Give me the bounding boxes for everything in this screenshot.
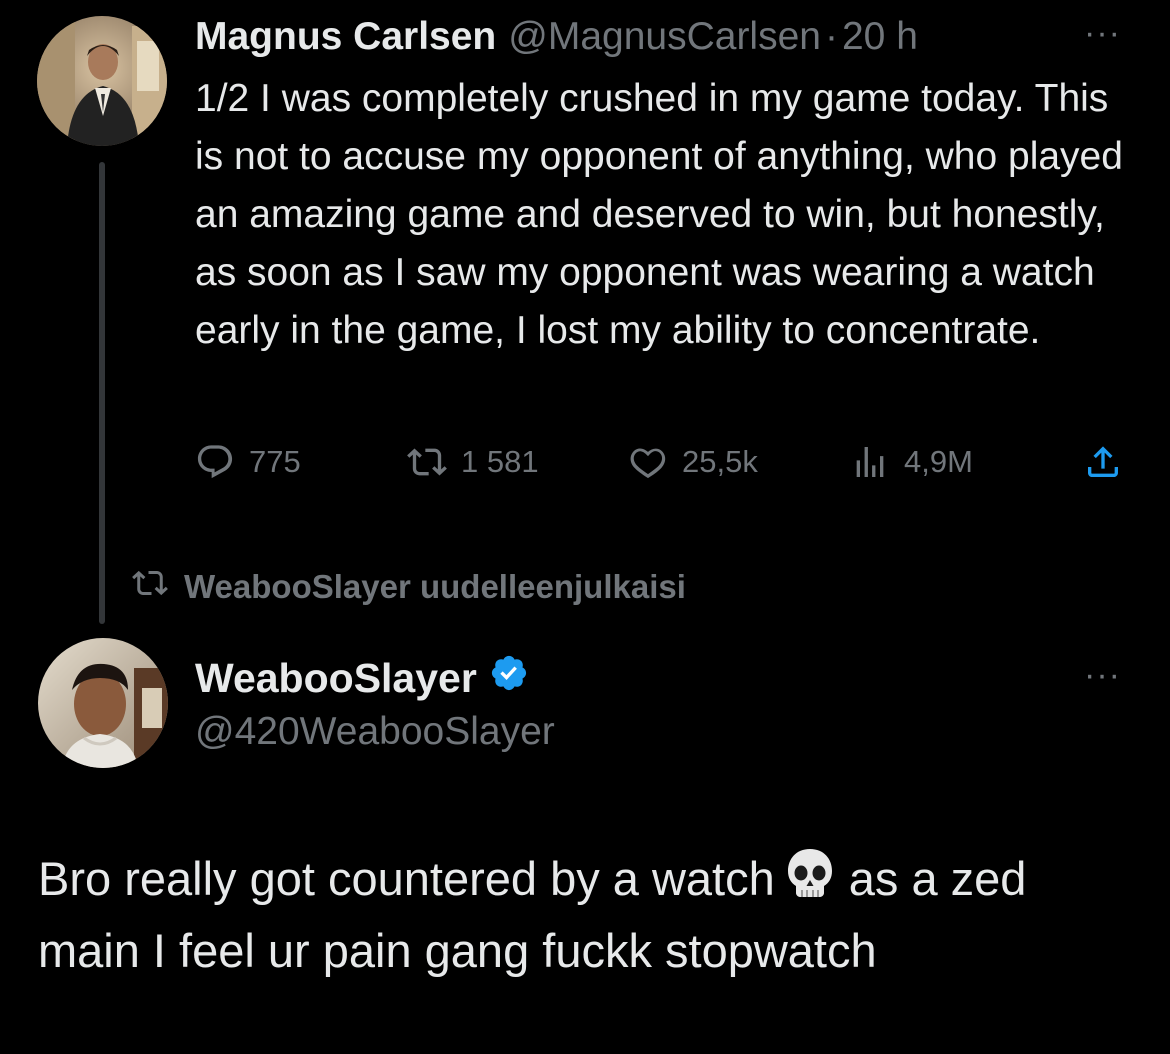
reply-author-handle[interactable]: @420WeabooSlayer [195, 706, 555, 758]
retweet-count: 1 581 [461, 444, 539, 479]
retweet-button[interactable]: 1 581 [407, 437, 539, 487]
more-options-button[interactable]: ··· [1084, 658, 1121, 692]
thread-line [99, 162, 105, 624]
retweet-icon [132, 565, 184, 609]
reply-button[interactable]: 775 [195, 437, 301, 487]
more-options-button[interactable]: ··· [1084, 16, 1121, 50]
author-name[interactable]: Magnus Carlsen [195, 15, 496, 59]
like-button[interactable]: 25,5k [628, 437, 758, 487]
verified-badge-icon[interactable] [489, 653, 529, 703]
weabooslayer-avatar[interactable] [38, 638, 168, 768]
share-icon [1083, 442, 1123, 482]
timestamp[interactable]: 20 h [842, 15, 918, 59]
more-icon: ··· [1084, 14, 1121, 52]
reply-icon [195, 442, 235, 482]
reply-tweet-text: Bro really got countered by a watch as a… [38, 846, 1138, 984]
views-icon [850, 442, 890, 482]
like-icon [628, 442, 668, 482]
views-count: 4,9M [904, 444, 973, 479]
separator-dot: · [824, 15, 838, 58]
retweet-indicator[interactable]: WeabooSlayer uudelleenjulkaisi [132, 562, 686, 612]
views-button[interactable]: 4,9M [850, 437, 973, 487]
tweet-text: 1/2 I was completely crushed in my game … [195, 77, 1123, 352]
reply-header: WeabooSlayer @420WeabooSlayer [195, 650, 555, 758]
retweet-indicator-label: WeabooSlayer uudelleenjulkaisi [184, 568, 686, 605]
reply-count: 775 [249, 444, 301, 479]
tweet-actions: 775 1 581 25,5k 4,9M [195, 437, 1135, 487]
retweet-icon [407, 442, 447, 482]
tweet-header: Magnus Carlsen @MagnusCarlsen · 20 h [195, 10, 918, 64]
author-handle[interactable]: @MagnusCarlsen [508, 15, 821, 59]
magnus-avatar[interactable] [37, 16, 167, 146]
skull-emoji-icon [785, 847, 835, 918]
share-button[interactable] [1083, 437, 1123, 487]
reply-text-part1: Bro really got countered by a watch [38, 852, 775, 905]
like-count: 25,5k [682, 444, 758, 479]
reply-author-name[interactable]: WeabooSlayer [195, 655, 477, 702]
more-icon: ··· [1084, 656, 1121, 694]
